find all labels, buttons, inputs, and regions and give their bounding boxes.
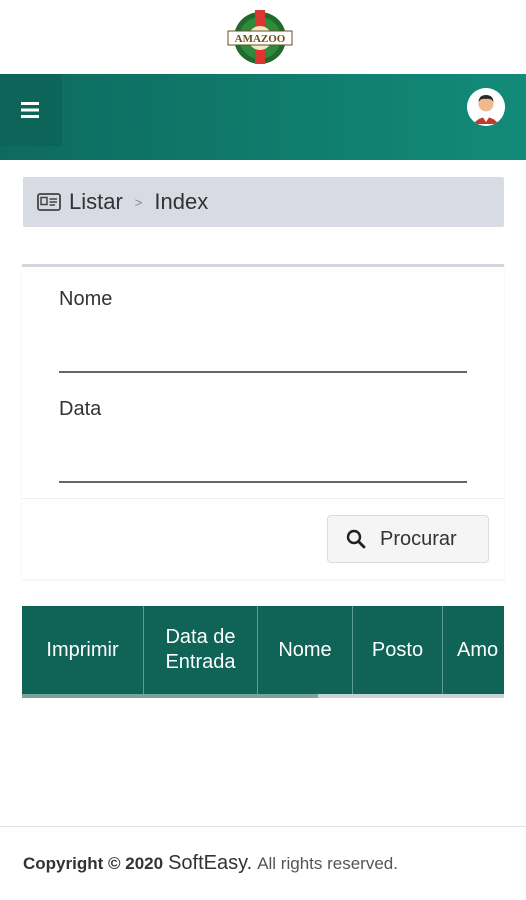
search-button-label: Procurar <box>380 527 457 550</box>
nome-input[interactable] <box>59 371 467 373</box>
card-divider <box>22 498 504 499</box>
top-navbar <box>0 74 526 160</box>
column-header-nome[interactable]: Nome <box>258 606 353 694</box>
column-header-posto[interactable]: Posto <box>353 606 443 694</box>
breadcrumb-separator: > <box>134 194 143 210</box>
column-header-amo[interactable]: Amo <box>443 606 504 694</box>
menu-toggle-button[interactable] <box>0 74 62 146</box>
data-label: Data <box>59 398 102 420</box>
footer-rights: All rights reserved. <box>257 853 398 873</box>
footer-brand[interactable]: SoftEasy. <box>168 852 252 875</box>
column-header-imprimir[interactable]: Imprimir <box>22 606 144 694</box>
breadcrumb-item-listar[interactable]: Listar <box>69 189 123 215</box>
breadcrumb-item-index: Index <box>154 189 209 214</box>
user-avatar-button[interactable] <box>467 88 505 126</box>
amazoo-logo: AMAZOO <box>227 10 293 64</box>
search-icon <box>346 529 366 549</box>
logo-text: AMAZOO <box>235 33 286 45</box>
horizontal-scrollbar[interactable] <box>22 694 504 698</box>
column-header-data-de-entrada[interactable]: Data de Entrada <box>144 606 258 694</box>
user-avatar-icon <box>467 88 505 126</box>
search-button[interactable]: Procurar <box>327 515 489 563</box>
breadcrumb: Listar > Index <box>23 177 504 227</box>
table-header-row: Imprimir Data de Entrada Nome Posto Amo <box>22 606 504 694</box>
footer: Copyright © 2020 SoftEasy. All rights re… <box>0 826 526 900</box>
id-card-icon <box>37 193 61 211</box>
logo-bar: AMAZOO <box>0 0 526 74</box>
hamburger-icon <box>21 102 39 118</box>
footer-copyright: Copyright © 2020 <box>23 853 164 873</box>
nome-label: Nome <box>59 288 113 310</box>
scrollbar-thumb[interactable] <box>22 694 318 698</box>
results-table: Imprimir Data de Entrada Nome Posto Amo <box>22 606 504 698</box>
search-form-card: Nome Data Procurar <box>22 264 504 579</box>
data-input[interactable] <box>59 481 467 483</box>
